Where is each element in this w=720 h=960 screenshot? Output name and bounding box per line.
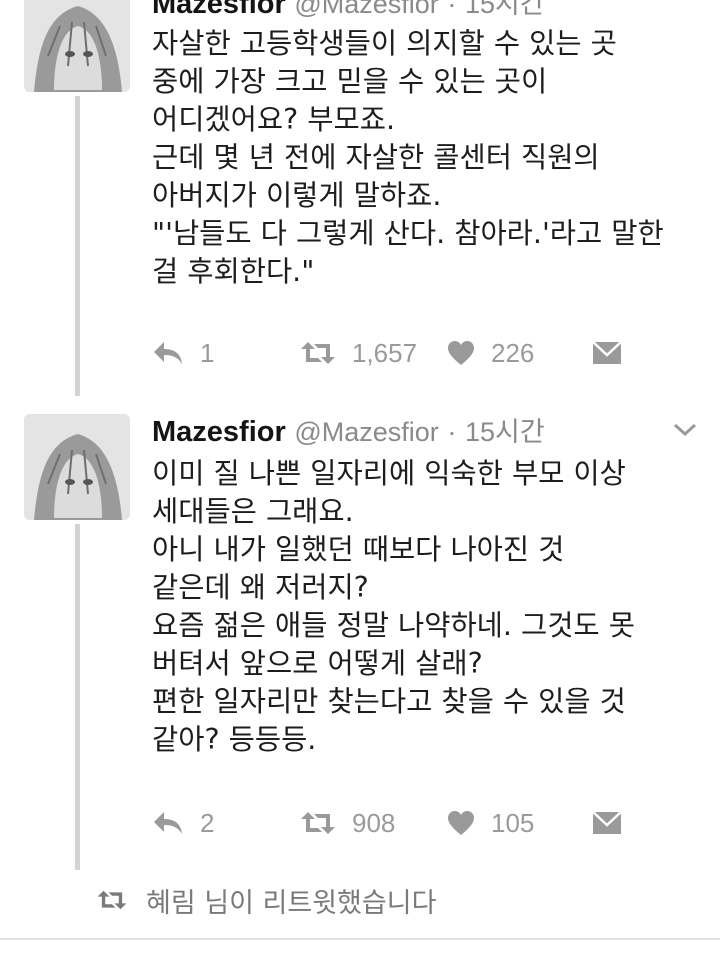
direct-message-button[interactable] [592, 803, 622, 843]
like-button[interactable]: 105 [447, 803, 534, 843]
tweet-text-line: 근데 몇 년 전에 자살한 콜센터 직원의 [152, 141, 600, 174]
thread-line [75, 524, 80, 870]
tweet-text-line: 같은데 왜 저러지? [152, 571, 369, 604]
reply-icon [154, 812, 182, 834]
reply-count: 1 [200, 337, 215, 368]
tweet-text-line: 편한 일자리만 찾는다고 찾을 수 있을 것 [152, 685, 626, 718]
tweet-text-line: 아니 내가 일했던 때보다 나아진 것 [152, 533, 565, 566]
chevron-down-icon[interactable] [672, 422, 698, 442]
reply-button[interactable]: 2 [152, 803, 214, 843]
tweet-actions: 1 1,657 226 [152, 333, 632, 373]
reply-button[interactable]: 1 [152, 333, 214, 373]
retweet-button[interactable]: 1,657 [300, 333, 417, 373]
author-name[interactable]: Mazesfior [152, 0, 286, 20]
tweet-text-line: 아버지가 이렇게 말하죠. [152, 179, 442, 212]
direct-message-icon [592, 811, 622, 834]
tweet-1[interactable]: Mazesfior @Mazesfior · 15시간 자살한 고등학생들이 의… [0, 0, 720, 400]
avatar[interactable] [24, 414, 130, 520]
direct-message-icon [592, 341, 622, 364]
tweet-text: 이미 질 나쁜 일자리에 익숙한 부모 이상 세대들은 그래요. 아니 내가 일… [152, 455, 702, 759]
tweet-time[interactable]: 15시간 [465, 417, 545, 447]
tweet-actions: 2 908 105 [152, 803, 632, 843]
retweet-icon [301, 812, 335, 834]
tweet-text-line: "'남들도 다 그렇게 산다. 참아라.'라고 말한 [152, 217, 664, 250]
separator-dot: · [447, 0, 457, 19]
like-button[interactable]: 226 [447, 333, 534, 373]
tweet-text-line: 세대들은 그래요. [152, 495, 354, 528]
tweet-text-line: 이미 질 나쁜 일자리에 익숙한 부모 이상 [152, 457, 626, 490]
tweet-header: Mazesfior @Mazesfior · 15시간 [152, 0, 545, 21]
direct-message-button[interactable] [592, 333, 622, 373]
tweet-text-line: 버텨서 앞으로 어떻게 살래? [152, 647, 483, 680]
tweet-text-line: 걸 후회한다." [152, 255, 315, 288]
author-handle[interactable]: @Mazesfior [294, 417, 438, 447]
retweet-icon [301, 342, 335, 364]
retweet-button[interactable]: 908 [300, 803, 395, 843]
tweet-time[interactable]: 15시간 [465, 0, 545, 19]
retweeted-by-row[interactable]: 혜림 님이 리트윗했습니다 [96, 878, 436, 922]
retweet-count: 908 [352, 807, 396, 838]
reply-count: 2 [200, 807, 215, 838]
tweet-text-line: 자살한 고등학생들이 의지할 수 있는 곳 [152, 27, 617, 60]
tweet-text-line: 어디겠어요? 부모죠. [152, 103, 396, 136]
retweet-count: 1,657 [352, 337, 418, 368]
retweet-icon [97, 890, 127, 910]
reply-icon [154, 342, 182, 364]
retweeted-by-text: 혜림 님이 리트윗했습니다 [146, 887, 437, 919]
author-handle[interactable]: @Mazesfior [294, 0, 438, 19]
divider [0, 938, 720, 940]
like-count: 105 [491, 807, 535, 838]
chevron-down-icon[interactable] [672, 0, 698, 6]
tweet-text-line: 같아? 등등등. [152, 723, 317, 756]
separator-dot: · [447, 417, 457, 447]
author-name[interactable]: Mazesfior [152, 416, 286, 448]
tweet-header: Mazesfior @Mazesfior · 15시간 [152, 410, 545, 449]
thread-line [75, 96, 80, 396]
avatar[interactable] [24, 0, 130, 92]
tweet-text-line: 요즘 젊은 애들 정말 나약하네. 그것도 못 [152, 609, 635, 642]
tweet-text: 자살한 고등학생들이 의지할 수 있는 곳 중에 가장 크고 믿을 수 있는 곳… [152, 25, 702, 291]
tweet-2[interactable]: Mazesfior @Mazesfior · 15시간 이미 질 나쁜 일자리에… [0, 400, 720, 870]
heart-icon [448, 341, 474, 365]
tweet-text-line: 중에 가장 크고 믿을 수 있는 곳이 [152, 65, 548, 98]
like-count: 226 [491, 337, 535, 368]
heart-icon [448, 811, 474, 835]
